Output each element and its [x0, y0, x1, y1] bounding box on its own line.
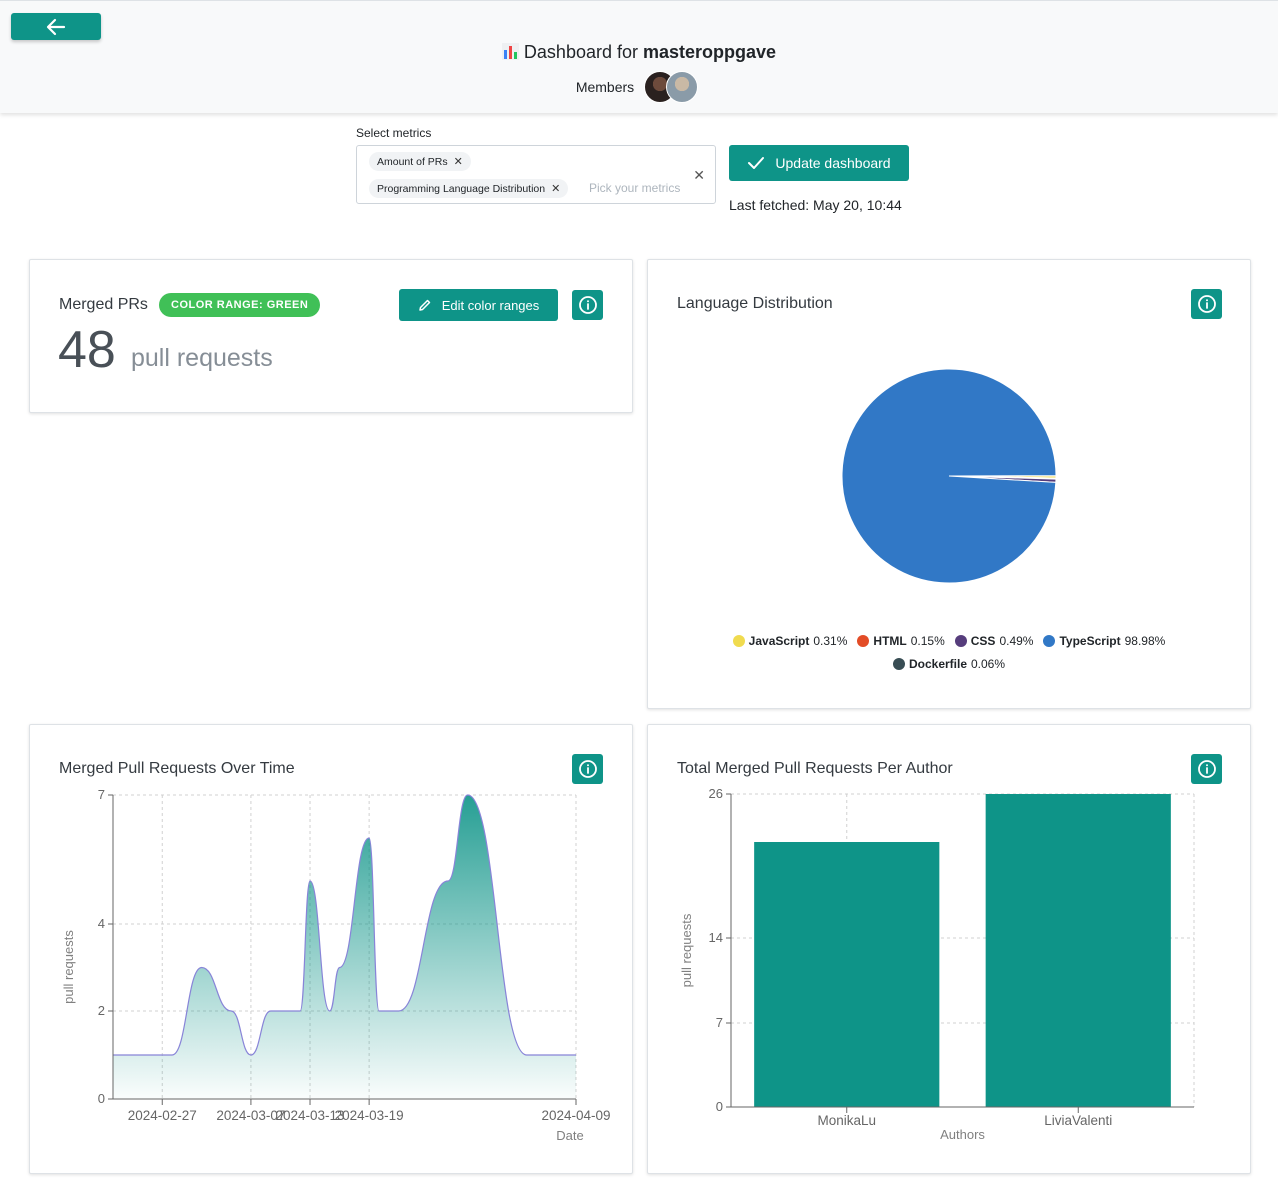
metrics-search-input[interactable]: Pick your metrics [589, 181, 687, 195]
legend-dot [1043, 635, 1056, 647]
prs-per-author-chart: 0 7 14 26 MonikaLu LiviaValenti Authors pull re… [679, 786, 1195, 1142]
color-range-badge: COLOR RANGE: GREEN [159, 293, 321, 317]
y-axis-label: pull requests [61, 930, 76, 1004]
legend-dot [892, 658, 905, 670]
legend-name: HTML [873, 634, 907, 648]
y-tick-label: 4 [98, 916, 105, 931]
prs-per-author-title: Total Merged Pull Requests Per Author [677, 760, 953, 777]
legend-name: TypeScript [1059, 634, 1121, 648]
info-icon [1197, 760, 1216, 778]
select-metrics-label: Select metrics [356, 126, 432, 140]
info-icon [1197, 295, 1216, 313]
y-tick-label: 7 [716, 1015, 723, 1030]
avatar[interactable] [666, 71, 699, 103]
legend-value: 0.15% [910, 634, 945, 648]
top-bar: Dashboard for masteroppgave Members [0, 0, 1278, 113]
prs-over-time-chart: 02472024-02-27 2024-03-072024-03-132024-0… [61, 787, 611, 1143]
members-row: Members [0, 71, 1278, 103]
y-tick-label: 7 [98, 787, 105, 802]
x-axis-label: Date [556, 1128, 583, 1143]
prs-over-time-title: Merged Pull Requests Over Time [59, 760, 295, 777]
metric-pill-label: Amount of PRs [377, 155, 448, 168]
metric-pill: Amount of PRs ✕ [369, 152, 471, 171]
merged-prs-card [29, 259, 633, 413]
area-fill [113, 795, 576, 1099]
x-tick-label: 2024-03-19 [335, 1108, 404, 1123]
info-button[interactable] [1191, 289, 1222, 319]
legend-value: 98.98% [1124, 634, 1166, 648]
pie-legend-row-1: JavaScript 0.31% HTML 0.15% CSS 0.49% TypeS… [648, 634, 1250, 648]
legend-name: Dockerfile [908, 657, 967, 671]
metric-pill: Programming Language Distribution ✕ [369, 179, 569, 198]
language-pie-chart [841, 368, 1057, 584]
x-tick-label: MonikaLu [817, 1113, 876, 1128]
arrow-left-icon [46, 18, 66, 35]
legend-value: 0.49% [999, 634, 1034, 648]
x-tick-label: 2024-02-27 [128, 1108, 197, 1123]
y-tick-label: 2 [98, 1003, 105, 1018]
update-dashboard-label: Update dashboard [775, 155, 891, 171]
check-icon [748, 157, 765, 169]
last-fetched-text: Last fetched: May 20, 10:44 [729, 197, 902, 213]
edit-color-ranges-label: Edit color ranges [441, 297, 540, 313]
y-tick-label: 14 [709, 930, 723, 945]
y-tick-label: 0 [98, 1091, 105, 1106]
legend-value: 0.06% [971, 657, 1006, 671]
title-prefix: Dashboard for [523, 42, 638, 62]
y-tick-label: 0 [716, 1099, 723, 1114]
info-icon [578, 760, 597, 778]
legend-item-css[interactable]: CSS 0.49% [954, 634, 1034, 648]
merged-pr-count: 48 [58, 321, 116, 379]
page-title: Dashboard for masteroppgave [0, 42, 1278, 63]
y-tick-label: 26 [709, 786, 723, 801]
metric-pill-label: Programming Language Distribution [377, 182, 546, 195]
remove-pill-icon[interactable]: ✕ [454, 155, 463, 168]
pencil-icon [418, 299, 430, 311]
clear-icon[interactable]: ✕ [693, 167, 705, 184]
merged-prs-title: Merged PRs [59, 296, 148, 313]
merged-pr-unit: pull requests [131, 344, 273, 372]
language-distribution-title: Language Distribution [677, 295, 833, 312]
legend-item-typescript[interactable]: TypeScript 98.98% [1043, 634, 1165, 648]
legend-item-javascript[interactable]: JavaScript 0.31% [732, 634, 848, 648]
bar-chart-icon [501, 43, 519, 60]
pie-legend-row-2: Dockerfile 0.06% [648, 657, 1250, 671]
remove-pill-icon[interactable]: ✕ [551, 182, 560, 195]
legend-item-html[interactable]: HTML 0.15% [857, 634, 945, 648]
x-tick-label: LiviaValenti [1044, 1113, 1112, 1128]
update-dashboard-button[interactable]: Update dashboard [729, 145, 909, 181]
legend-dot [857, 635, 870, 647]
legend-item-dockerfile[interactable]: Dockerfile 0.06% [892, 657, 1006, 671]
info-icon [578, 296, 597, 314]
info-button[interactable] [572, 290, 603, 320]
legend-value: 0.31% [813, 634, 848, 648]
legend-dot [732, 635, 745, 647]
metrics-multiselect[interactable]: Amount of PRs ✕ Programming Language Dis… [356, 145, 716, 204]
x-axis-label: Authors [940, 1127, 985, 1142]
bar-liviavalenti[interactable] [985, 794, 1171, 1107]
member-avatars [644, 71, 702, 103]
pie-slice-typescript[interactable] [841, 368, 1057, 584]
project-name: masteroppgave [643, 42, 777, 62]
edit-color-ranges-button[interactable]: Edit color ranges [399, 289, 558, 321]
legend-name: JavaScript [748, 634, 810, 648]
bar-monikalu[interactable] [754, 842, 940, 1107]
y-axis-label: pull requests [679, 913, 694, 987]
members-label: Members [575, 79, 635, 95]
legend-name: CSS [970, 634, 996, 648]
back-button[interactable] [11, 13, 101, 40]
x-tick-label: 2024-04-09 [541, 1108, 610, 1123]
legend-dot [954, 635, 967, 647]
